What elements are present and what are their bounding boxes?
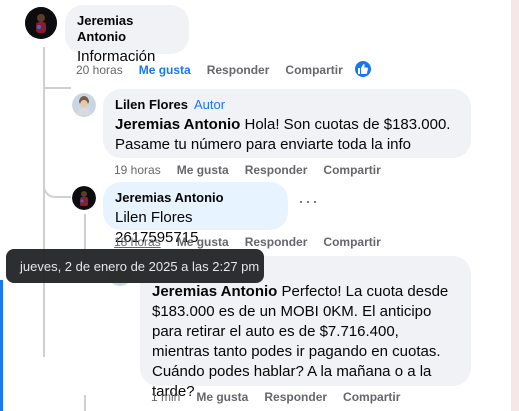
- author-badge: Autor: [193, 97, 226, 112]
- more-options-icon[interactable]: ···: [298, 192, 319, 210]
- comment-author[interactable]: Lilen Flores: [115, 97, 188, 112]
- comment-text: Jeremias Antonio Hola! Son cuotas de $18…: [115, 115, 459, 155]
- thread-line: [84, 395, 86, 411]
- like-button[interactable]: Me gusta: [139, 63, 191, 77]
- timestamp-tooltip: jueves, 2 de enero de 2025 a las 2:27 pm: [6, 249, 264, 283]
- thread-connector: [43, 87, 71, 89]
- comment-actions: 20 horas Me gusta Responder Compartir: [76, 63, 359, 77]
- like-icon[interactable]: [353, 59, 373, 79]
- comment-author[interactable]: Jeremias Antonio: [77, 13, 177, 45]
- like-button[interactable]: Me gusta: [177, 163, 229, 177]
- mention-link[interactable]: Jeremias Antonio: [115, 116, 240, 133]
- avatar[interactable]: [25, 7, 57, 39]
- share-button[interactable]: Compartir: [323, 163, 380, 177]
- comment-header: Lilen Flores Autor: [115, 97, 459, 113]
- comment-timestamp[interactable]: 19 horas: [114, 163, 161, 177]
- avatar[interactable]: [72, 186, 96, 210]
- comment-actions: 19 horas Me gusta Responder Compartir: [114, 163, 397, 177]
- like-button[interactable]: Me gusta: [177, 235, 229, 249]
- comment-timestamp[interactable]: 1 min: [151, 390, 180, 404]
- share-button[interactable]: Compartir: [323, 235, 380, 249]
- comment-bubble: Lilen Flores Autor Jeremias Antonio Hola!…: [103, 89, 471, 158]
- comment-timestamp[interactable]: 20 horas: [76, 63, 123, 77]
- comment-bubble: Jeremias Antonio Lilen Flores 2617595715: [103, 182, 288, 246]
- comment-actions: 1 min Me gusta Responder Compartir: [151, 390, 416, 404]
- thread-line: [43, 47, 45, 357]
- focus-indicator: [0, 280, 3, 411]
- reply-button[interactable]: Responder: [207, 63, 270, 77]
- thread-connector: [43, 182, 71, 198]
- mention-link[interactable]: Lilen Flores: [115, 209, 193, 226]
- reply-button[interactable]: Responder: [245, 235, 308, 249]
- share-button[interactable]: Compartir: [343, 390, 400, 404]
- reply-button[interactable]: Responder: [245, 163, 308, 177]
- comment-actions: 18 horas Me gusta Responder Compartir: [114, 235, 397, 249]
- comment-timestamp[interactable]: 18 horas: [114, 235, 161, 249]
- like-button[interactable]: Me gusta: [196, 390, 248, 404]
- avatar[interactable]: [72, 93, 96, 117]
- page-edge: [511, 0, 519, 411]
- mention-link[interactable]: Jeremias Antonio: [152, 283, 277, 300]
- comment-text: Jeremias Antonio Perfecto! La cuota desd…: [152, 282, 459, 402]
- comment-bubble: Jeremias Antonio Información: [65, 5, 189, 65]
- comment-body: Perfecto! La cuota desde $183.000 es de …: [152, 283, 449, 400]
- share-button[interactable]: Compartir: [285, 63, 342, 77]
- reply-button[interactable]: Responder: [264, 390, 327, 404]
- comment-author[interactable]: Jeremias Antonio: [115, 190, 276, 206]
